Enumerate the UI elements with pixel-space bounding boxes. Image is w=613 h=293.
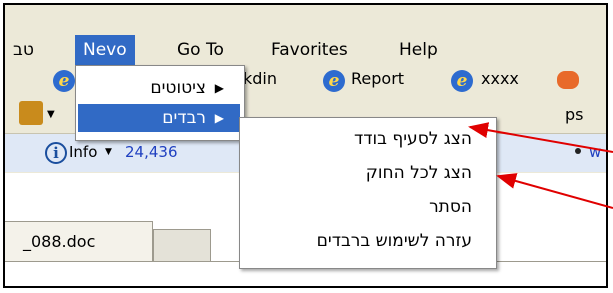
link-report[interactable]: Report (351, 69, 404, 88)
tab-empty[interactable] (153, 229, 211, 262)
tab-document[interactable]: _088.doc (5, 221, 153, 261)
submenu-item-help[interactable]: עזרה לשימוש ברבדים (240, 226, 496, 256)
toolbar-partial-text: ps (565, 105, 584, 124)
info-icon: i (45, 142, 67, 164)
submenu-item-show-whole-law[interactable]: הצג לכל החוק (240, 158, 496, 188)
menu-help[interactable]: Help (391, 35, 446, 65)
toolbar-tool-icon[interactable] (19, 101, 43, 125)
menu-go-to[interactable]: Go To (169, 35, 232, 65)
toolbar-partial-right: w (589, 143, 602, 161)
ie-icon: e (451, 70, 473, 92)
bullet-dot (575, 148, 581, 154)
layers-submenu: הצג לסעיף בודד הצג לכל החוק הסתר עזרה לש… (239, 117, 497, 269)
menu-favorites[interactable]: Favorites (263, 35, 356, 65)
nevo-dropdown-menu: ציטוטים ▶ רבדים ▶ (75, 65, 245, 141)
link-item[interactable]: kdin (243, 69, 277, 88)
link-xxxx[interactable]: xxxx (481, 69, 519, 88)
ie-icon: e (323, 70, 345, 92)
menu-item-layers[interactable]: רבדים ▶ (78, 104, 240, 132)
submenu-item-show-single-section[interactable]: הצג לסעיף בודד (240, 124, 496, 154)
submenu-arrow-icon: ▶ (214, 81, 224, 95)
menu-item-label: ציטוטים (150, 78, 206, 98)
info-count: 24,436 (125, 143, 178, 161)
screenshot-frame: טב Nevo Go To Favorites Help e l kdin e … (3, 3, 608, 288)
menu-item-label: רבדים (162, 108, 206, 128)
chevron-down-icon[interactable]: ▼ (47, 109, 55, 120)
menu-nevo[interactable]: Nevo (75, 35, 135, 65)
menu-tools-partial[interactable]: טב (5, 35, 42, 65)
menu-bar: טב Nevo Go To Favorites Help (5, 35, 606, 65)
chevron-down-icon[interactable]: ▼ (105, 147, 112, 157)
ie-icon: e (53, 70, 75, 92)
submenu-item-hide[interactable]: הסתר (240, 192, 496, 222)
submenu-arrow-icon: ▶ (214, 111, 224, 125)
info-button[interactable]: Info (69, 143, 97, 161)
menu-item-citations[interactable]: ציטוטים ▶ (78, 74, 240, 102)
flower-icon (557, 71, 579, 89)
